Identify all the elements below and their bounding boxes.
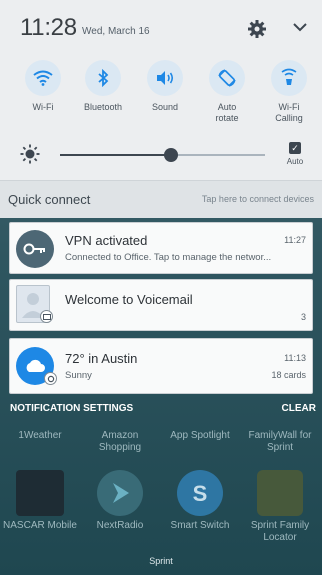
toggle-label: Wi-Fi (32, 102, 54, 112)
app-label: Amazon Shopping (98, 430, 142, 453)
app-label: Sprint Family Locator (250, 520, 310, 543)
quick-connect[interactable]: Quick connect Tap here to connect device… (0, 180, 322, 218)
notification-count: 3 (300, 312, 306, 322)
vpn-key-icon (16, 230, 54, 268)
notification-vpn[interactable]: VPN activated 11:27 Connected to Office.… (9, 222, 313, 274)
quick-connect-title: Quick connect (8, 192, 91, 207)
notification-title: VPN activated (65, 233, 148, 248)
auto-label: Auto (286, 157, 304, 166)
app-family-locator[interactable]: Sprint Family Locator (240, 470, 320, 544)
nextradio-icon (97, 470, 143, 516)
brightness-thumb[interactable] (164, 148, 178, 162)
nascar-icon (16, 470, 64, 516)
quick-toggles: Wi-Fi Bluetooth Sound Auto rotate Wi-Fi … (0, 60, 322, 134)
notification-count: 18 cards (271, 370, 306, 380)
toggle-wifi-calling[interactable]: Wi-Fi Calling (260, 60, 318, 124)
chevron-down-icon[interactable] (292, 20, 308, 34)
app-label: 1Weather (18, 430, 62, 441)
wifi-calling-icon (271, 60, 307, 96)
notification-subtitle: Connected to Office. Tap to manage the n… (65, 252, 272, 263)
brightness-slider[interactable] (60, 148, 265, 162)
app-row-2: NASCAR Mobile NextRadio S Smart Switch S… (0, 470, 322, 543)
notification-voicemail[interactable]: Welcome to Voicemail 3 (9, 279, 313, 331)
notification-settings-button[interactable]: NOTIFICATION SETTINGS (10, 403, 133, 414)
notification-time: 11:27 (284, 235, 306, 245)
toggle-sound[interactable]: Sound (136, 60, 194, 113)
app-label: FamilyWall for Sprint (248, 430, 312, 453)
smart-switch-icon: S (177, 470, 223, 516)
toggle-label: Auto rotate (215, 102, 239, 123)
toggle-label: Wi-Fi Calling (275, 102, 303, 123)
carrier-label: Sprint (149, 556, 173, 566)
app-label: NASCAR Mobile (3, 520, 77, 531)
quick-connect-hint: Tap here to connect devices (201, 194, 314, 204)
sound-icon (147, 60, 183, 96)
clock-date: Wed, March 16 (82, 26, 150, 37)
app-nascar[interactable]: NASCAR Mobile (0, 470, 80, 532)
toggle-label: Bluetooth (83, 102, 123, 112)
notification-title: 72° in Austin (65, 351, 138, 366)
gear-icon[interactable] (246, 18, 268, 40)
bluetooth-icon (85, 60, 121, 96)
wifi-icon (25, 60, 61, 96)
notification-actions: NOTIFICATION SETTINGS CLEAR (0, 400, 322, 418)
toggle-bluetooth[interactable]: Bluetooth (74, 60, 132, 113)
clock-time: 11:28 (20, 14, 77, 41)
app-label: App Spotlight (170, 430, 230, 441)
clear-button[interactable]: CLEAR (282, 403, 316, 414)
notification-shade: 11:28 Wed, March 16 Wi-Fi Bluetooth Soun… (0, 0, 322, 218)
brightness-icon (20, 144, 40, 164)
auto-rotate-icon (209, 60, 245, 96)
toggle-label: Sound (151, 102, 179, 112)
app-label: NextRadio (96, 520, 144, 531)
notification-weather[interactable]: 72° in Austin 11:13 Sunny 18 cards (9, 338, 313, 394)
toggle-wifi[interactable]: Wi-Fi (14, 60, 72, 113)
app-label: Smart Switch (170, 520, 230, 531)
toggle-auto-rotate[interactable]: Auto rotate (198, 60, 256, 124)
svg-text:S: S (193, 481, 208, 506)
auto-brightness-toggle[interactable]: ✓ Auto (284, 142, 306, 166)
notification-time: 11:13 (284, 353, 306, 363)
checkbox-icon: ✓ (289, 142, 301, 154)
family-locator-icon (257, 470, 303, 516)
brightness-fill (60, 154, 171, 156)
voicemail-badge-icon (40, 310, 53, 323)
status-header: 11:28 Wed, March 16 (20, 14, 150, 44)
weather-badge-icon (44, 372, 57, 385)
app-smart-switch[interactable]: S Smart Switch (160, 470, 240, 532)
app-nextradio[interactable]: NextRadio (80, 470, 160, 532)
brightness-row: ✓ Auto (0, 142, 322, 178)
notification-title: Welcome to Voicemail (65, 292, 193, 307)
